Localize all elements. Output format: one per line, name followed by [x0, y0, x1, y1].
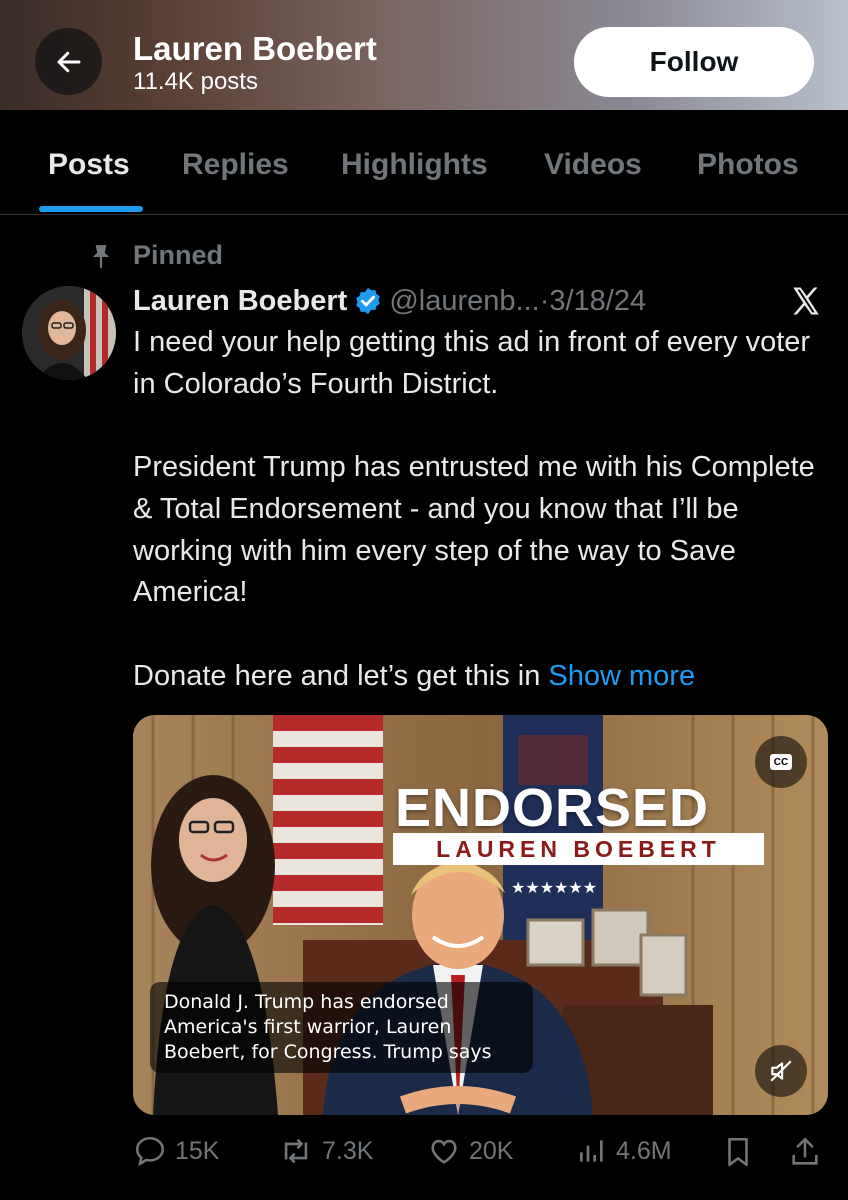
captions-button[interactable]: CC: [755, 736, 807, 788]
views-button[interactable]: 4.6M: [576, 1134, 672, 1168]
tweet-date[interactable]: 3/18/24: [549, 285, 646, 318]
views-icon: [580, 1140, 603, 1162]
pin-icon: [92, 245, 110, 268]
tweet-header: Lauren Boebert @laurenb... · 3/18/24: [133, 283, 646, 319]
tweet-actions: 15K 7.3K 20K 4.6M: [133, 1128, 833, 1178]
profile-tabs: Posts Replies Highlights Videos Photos: [0, 110, 848, 215]
pinned-label: Pinned: [133, 240, 224, 270]
video-subheadline: LAUREN BOEBERT: [436, 835, 721, 862]
share-icon: [792, 1137, 818, 1165]
like-icon: [431, 1139, 457, 1164]
tab-posts[interactable]: Posts: [48, 148, 130, 182]
cc-icon: CC: [770, 754, 792, 770]
show-more-link[interactable]: Show more: [548, 660, 695, 692]
separator-dot: ·: [539, 284, 550, 317]
follow-button[interactable]: Follow: [574, 27, 814, 97]
back-button[interactable]: [35, 28, 102, 95]
video-media[interactable]: ★★★★★★ ENDORSED LAUREN BOEBERT CC Donald…: [133, 715, 828, 1115]
tab-photos[interactable]: Photos: [697, 148, 799, 182]
tab-replies[interactable]: Replies: [182, 148, 289, 182]
back-arrow-icon: [57, 51, 80, 72]
reply-button[interactable]: 15K: [133, 1134, 219, 1168]
video-caption: Donald J. Trump has endorsed America's f…: [150, 982, 533, 1073]
verified-badge-icon: [353, 286, 383, 316]
like-button[interactable]: 20K: [427, 1134, 513, 1168]
share-button[interactable]: [788, 1134, 830, 1170]
mute-button[interactable]: [755, 1045, 807, 1097]
muted-speaker-icon: [770, 1060, 792, 1082]
tweet-author-name[interactable]: Lauren Boebert: [133, 285, 347, 318]
tweet-body: I need your help getting this ad in fron…: [133, 326, 815, 692]
post-count: 11.4K posts: [133, 68, 258, 95]
reply-icon: [135, 1136, 165, 1167]
tab-highlights[interactable]: Highlights: [341, 148, 488, 182]
video-subheadline-banner: LAUREN BOEBERT: [393, 833, 764, 865]
svg-text:★★★★★★: ★★★★★★: [511, 878, 597, 897]
repost-icon: [284, 1138, 308, 1164]
tweet-handle[interactable]: @laurenb...: [389, 285, 539, 318]
active-tab-indicator: [39, 206, 143, 212]
x-logo-icon: [793, 287, 819, 315]
view-count: 4.6M: [616, 1136, 672, 1165]
reply-count: 15K: [175, 1136, 220, 1165]
tweet-text: I need your help getting this ad in fron…: [133, 322, 833, 697]
profile-header: Lauren Boebert 11.4K posts Follow: [0, 0, 848, 110]
bookmark-icon: [728, 1137, 748, 1167]
video-headline: ENDORSED: [395, 778, 710, 838]
tab-videos[interactable]: Videos: [544, 148, 642, 182]
like-count: 20K: [469, 1136, 514, 1165]
bookmark-button[interactable]: [721, 1134, 763, 1170]
avatar[interactable]: [22, 286, 116, 380]
repost-button[interactable]: 7.3K: [278, 1134, 373, 1168]
profile-name: Lauren Boebert: [133, 30, 377, 67]
repost-count: 7.3K: [322, 1136, 374, 1165]
